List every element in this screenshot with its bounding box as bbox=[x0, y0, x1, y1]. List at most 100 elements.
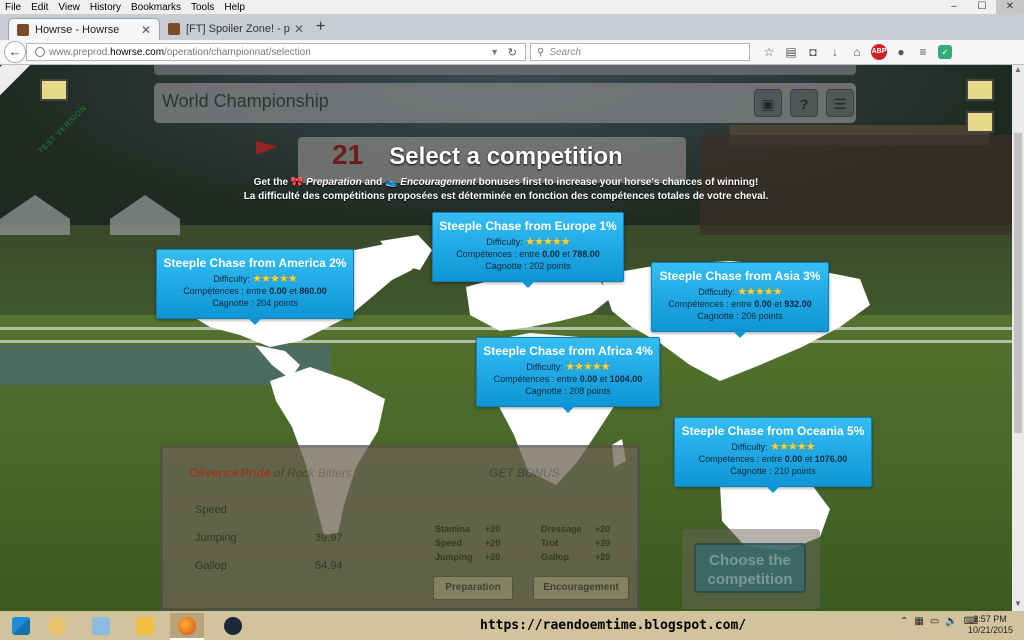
stat-label: Speed bbox=[195, 504, 227, 516]
skill-name: Jumping bbox=[435, 552, 473, 562]
ribbon-icon: 🎀 bbox=[290, 177, 304, 188]
tab-howrse[interactable]: Howrse - Howrse ✕ bbox=[8, 18, 160, 40]
page-scrollbar[interactable]: ▲ ▼ bbox=[1012, 65, 1024, 611]
taskbar-photos[interactable] bbox=[84, 613, 118, 638]
home-icon[interactable]: ⌂ bbox=[846, 44, 868, 60]
maximize-button[interactable]: ☐ bbox=[968, 0, 996, 14]
stat-value: 39.97 bbox=[315, 532, 343, 544]
skill-value: +20 bbox=[485, 552, 501, 562]
difficulty-stars-icon: ★★★★★ bbox=[770, 441, 815, 453]
menu-bar: File Edit View History Bookmarks Tools H… bbox=[0, 0, 1024, 14]
windows-start-button[interactable] bbox=[4, 613, 38, 638]
hamburger-menu-icon[interactable]: ≡ bbox=[912, 44, 934, 60]
jackpot: Cagnotte : 204 points bbox=[212, 298, 298, 308]
battery-icon[interactable]: ▭ bbox=[930, 616, 939, 627]
jackpot: Cagnotte : 208 points bbox=[525, 386, 611, 396]
competition-asia[interactable]: Steeple Chase from Asia 3% Difficulty: ★… bbox=[651, 262, 829, 338]
dropdown-arrow-icon[interactable]: ▼ bbox=[490, 47, 499, 57]
competition-europe[interactable]: Steeple Chase from Europe 1% Difficulty:… bbox=[432, 212, 624, 288]
picture-icon bbox=[92, 616, 110, 635]
difficulty-line: Difficulty: ★★★★★ bbox=[731, 441, 815, 453]
menu-tools[interactable]: Tools bbox=[186, 2, 219, 13]
taskbar-explorer[interactable] bbox=[128, 613, 162, 638]
reading-list-icon[interactable]: ▤ bbox=[780, 44, 802, 60]
skill-name: Dressage bbox=[541, 524, 582, 534]
competition-title: Steeple Chase from America 2% bbox=[163, 256, 347, 270]
competition-america[interactable]: Steeple Chase from America 2% Difficulty… bbox=[156, 249, 354, 325]
difficulty-stars-icon: ★★★★★ bbox=[737, 286, 782, 298]
adblock-icon[interactable]: ABP bbox=[871, 44, 887, 60]
skills-range: Compétences : entre 0.00 et 788.00 bbox=[456, 249, 600, 259]
url-domain: howrse.com bbox=[110, 46, 165, 58]
search-bar[interactable]: ⚲ Search bbox=[530, 43, 750, 61]
extension-icon[interactable]: ✓ bbox=[938, 45, 952, 59]
stat-value: 54.94 bbox=[315, 560, 343, 572]
back-button[interactable]: ← bbox=[4, 41, 26, 63]
steam-icon bbox=[224, 616, 242, 635]
windows-logo-icon bbox=[12, 616, 30, 635]
new-tab-button[interactable]: + bbox=[316, 18, 325, 36]
clock-date: 10/21/2015 bbox=[968, 625, 1014, 635]
skills-range: Compétences : entre 0.00 et 932.00 bbox=[668, 299, 812, 309]
close-tab-icon[interactable]: ✕ bbox=[141, 23, 151, 37]
horse-stats-panel: Olivers★Pride of Rock Bitters Speed Jump… bbox=[160, 445, 640, 611]
globe-icon bbox=[35, 47, 45, 57]
skill-value: +20 bbox=[595, 552, 611, 562]
menu-help[interactable]: Help bbox=[219, 2, 250, 13]
horse-favicon-icon bbox=[17, 23, 29, 36]
menu-view[interactable]: View bbox=[53, 2, 85, 13]
skill-value: +20 bbox=[485, 538, 501, 548]
tab-spoiler-zone[interactable]: [FT] Spoiler Zone! - page 1... ✕ bbox=[160, 18, 312, 40]
taskbar-steam[interactable] bbox=[216, 613, 250, 638]
window-controls: – ☐ ✕ bbox=[940, 0, 1024, 14]
pocket-icon[interactable]: ◘ bbox=[802, 44, 824, 60]
skills-range: Compétences : entre 0.00 et 1004.00 bbox=[493, 374, 643, 384]
get-bonus-heading: GET BONUS bbox=[489, 466, 560, 480]
volume-icon[interactable]: 🔈 bbox=[945, 616, 957, 627]
reload-icon[interactable]: ↻ bbox=[508, 46, 517, 59]
competition-title: Steeple Chase from Oceania 5% bbox=[681, 424, 865, 438]
clock-time: 3:57 PM bbox=[973, 614, 1007, 624]
network-icon[interactable]: ▦ bbox=[914, 616, 923, 627]
minimize-button[interactable]: – bbox=[940, 0, 968, 14]
menu-history[interactable]: History bbox=[85, 2, 126, 13]
skill-name: Stamina bbox=[435, 524, 471, 534]
bookmark-star-icon[interactable]: ☆ bbox=[758, 44, 780, 60]
scroll-thumb[interactable] bbox=[1014, 133, 1022, 433]
difficulty-stars-icon: ★★★★★ bbox=[252, 273, 297, 285]
url-path: /operation/championnat/selection bbox=[164, 46, 311, 58]
close-tab-icon[interactable]: ✕ bbox=[294, 22, 304, 36]
download-icon[interactable]: ↓ bbox=[824, 44, 846, 60]
chevron-up-icon[interactable]: ⌃ bbox=[900, 616, 908, 627]
menu-bookmarks[interactable]: Bookmarks bbox=[126, 2, 186, 13]
difficulty-stars-icon: ★★★★★ bbox=[525, 236, 570, 248]
url-bar[interactable]: www.preprod. howrse.com/operation/champio… bbox=[26, 43, 526, 61]
skill-name: Speed bbox=[435, 538, 463, 548]
choose-competition-button[interactable]: Choose the competition bbox=[694, 543, 806, 593]
jackpot: Cagnotte : 206 points bbox=[697, 311, 783, 321]
taskbar-firefox[interactable] bbox=[170, 613, 204, 640]
chat-icon[interactable]: ● bbox=[890, 44, 912, 60]
stat-label: Gallop bbox=[195, 560, 227, 572]
clock[interactable]: 3:57 PM 10/21/2015 bbox=[968, 614, 1014, 636]
preparation-button[interactable]: Preparation bbox=[433, 576, 513, 600]
difficulty-line: Difficulty: ★★★★★ bbox=[486, 236, 570, 248]
page-title: Select a competition bbox=[389, 143, 623, 170]
taskbar-paint[interactable] bbox=[40, 613, 74, 638]
paint-palette-icon bbox=[48, 616, 66, 635]
scroll-down-icon[interactable]: ▼ bbox=[1012, 599, 1024, 611]
menu-file[interactable]: File bbox=[0, 2, 26, 13]
encouragement-button[interactable]: Encouragement bbox=[533, 576, 629, 600]
close-window-button[interactable]: ✕ bbox=[996, 0, 1024, 14]
navigation-bar: ← www.preprod. howrse.com/operation/champ… bbox=[0, 40, 1024, 65]
competition-oceania[interactable]: Steeple Chase from Oceania 5% Difficulty… bbox=[674, 417, 872, 493]
system-tray: ⌃ ▦ ▭ 🔈 ⌨ bbox=[900, 616, 978, 627]
skill-name: Gallop bbox=[541, 552, 570, 562]
menu-edit[interactable]: Edit bbox=[26, 2, 53, 13]
scroll-up-icon[interactable]: ▲ bbox=[1012, 65, 1024, 77]
tab-title: Howrse - Howrse bbox=[35, 23, 120, 36]
competition-africa[interactable]: Steeple Chase from Africa 4% Difficulty:… bbox=[476, 337, 660, 413]
competition-title: Steeple Chase from Africa 4% bbox=[483, 344, 653, 358]
intro-text: Get the 🎀 Preparation and 👟 Encouragemen… bbox=[253, 177, 759, 188]
taskbar: https://raendoemtime.blogspot.com/ ⌃ ▦ ▭… bbox=[0, 611, 1024, 640]
